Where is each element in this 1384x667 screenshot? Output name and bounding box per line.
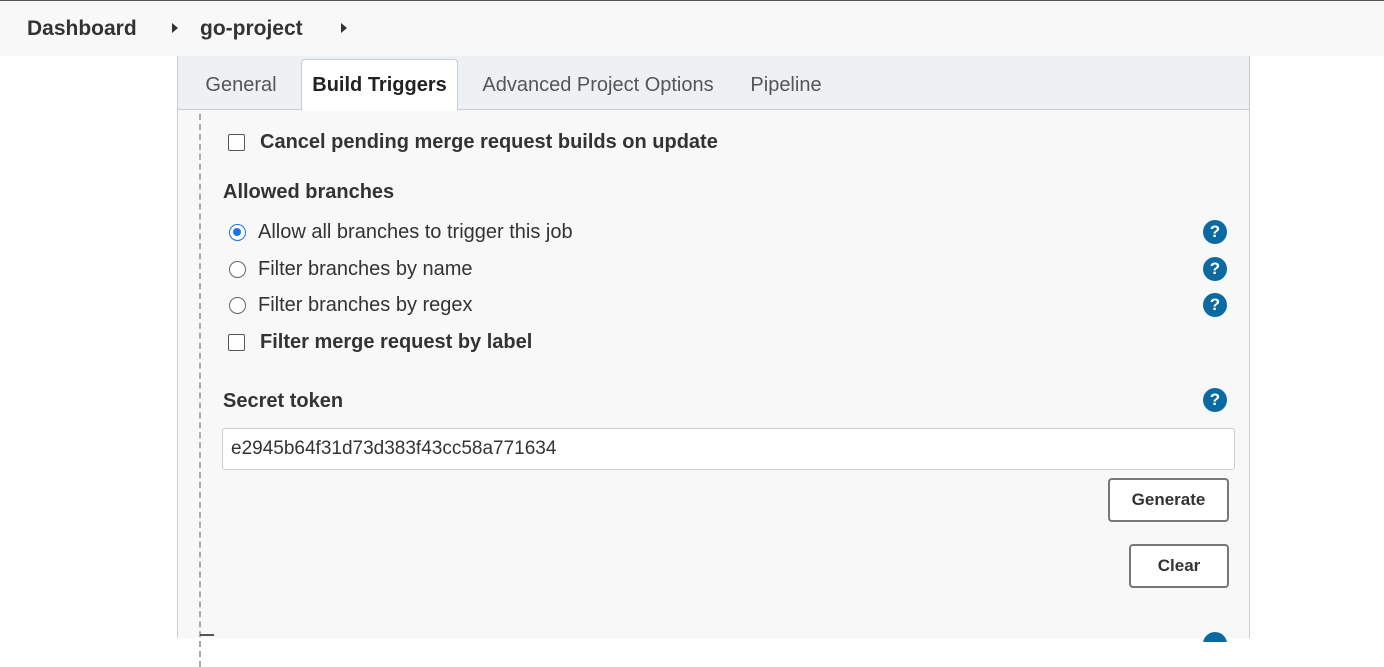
cancel-pending-checkbox[interactable] bbox=[228, 134, 245, 151]
tab-advanced-project-options[interactable]: Advanced Project Options bbox=[478, 60, 718, 110]
caret-right-icon[interactable] bbox=[172, 23, 178, 33]
radio-filter-name-label[interactable]: Filter branches by name bbox=[258, 258, 473, 281]
allowed-branches-title: Allowed branches bbox=[223, 181, 395, 203]
next-checkbox-partial[interactable] bbox=[200, 634, 214, 642]
radio-allow-all[interactable] bbox=[229, 224, 246, 241]
help-icon[interactable]: ? bbox=[1203, 388, 1227, 412]
config-panel: General Build Triggers Advanced Project … bbox=[177, 56, 1250, 667]
clear-button[interactable]: Clear bbox=[1129, 544, 1229, 588]
breadcrumb-project[interactable]: go-project bbox=[200, 17, 303, 41]
tab-strip: General Build Triggers Advanced Project … bbox=[178, 56, 1249, 111]
filter-label-checkbox[interactable] bbox=[228, 334, 245, 351]
filter-label-row: Filter merge request by label bbox=[228, 331, 532, 354]
cancel-pending-label[interactable]: Cancel pending merge request builds on u… bbox=[260, 131, 718, 154]
help-icon[interactable]: ? bbox=[1203, 257, 1227, 281]
cancel-pending-row: Cancel pending merge request builds on u… bbox=[228, 131, 718, 154]
breadcrumb: Dashboard go-project bbox=[0, 0, 1384, 56]
radio-filter-name-row: Filter branches by name bbox=[229, 258, 473, 281]
radio-allow-all-row: Allow all branches to trigger this job bbox=[229, 221, 573, 244]
tab-pipeline[interactable]: Pipeline bbox=[743, 60, 829, 110]
secret-token-title: Secret token bbox=[223, 390, 344, 412]
generate-button[interactable]: Generate bbox=[1108, 478, 1229, 522]
secret-token-input[interactable] bbox=[222, 428, 1235, 470]
help-icon[interactable] bbox=[1203, 632, 1227, 642]
radio-filter-name[interactable] bbox=[229, 261, 246, 278]
tab-build-triggers[interactable]: Build Triggers bbox=[301, 59, 458, 111]
help-icon[interactable]: ? bbox=[1203, 220, 1227, 244]
tab-general[interactable]: General bbox=[196, 60, 286, 110]
radio-allow-all-label[interactable]: Allow all branches to trigger this job bbox=[258, 221, 573, 244]
filter-label-label[interactable]: Filter merge request by label bbox=[260, 331, 532, 354]
section-divider bbox=[199, 114, 201, 667]
breadcrumb-dashboard[interactable]: Dashboard bbox=[27, 17, 137, 41]
radio-filter-regex-label[interactable]: Filter branches by regex bbox=[258, 294, 473, 317]
help-icon[interactable]: ? bbox=[1203, 293, 1227, 317]
caret-right-icon[interactable] bbox=[341, 23, 347, 33]
radio-filter-regex[interactable] bbox=[229, 297, 246, 314]
radio-filter-regex-row: Filter branches by regex bbox=[229, 294, 473, 317]
